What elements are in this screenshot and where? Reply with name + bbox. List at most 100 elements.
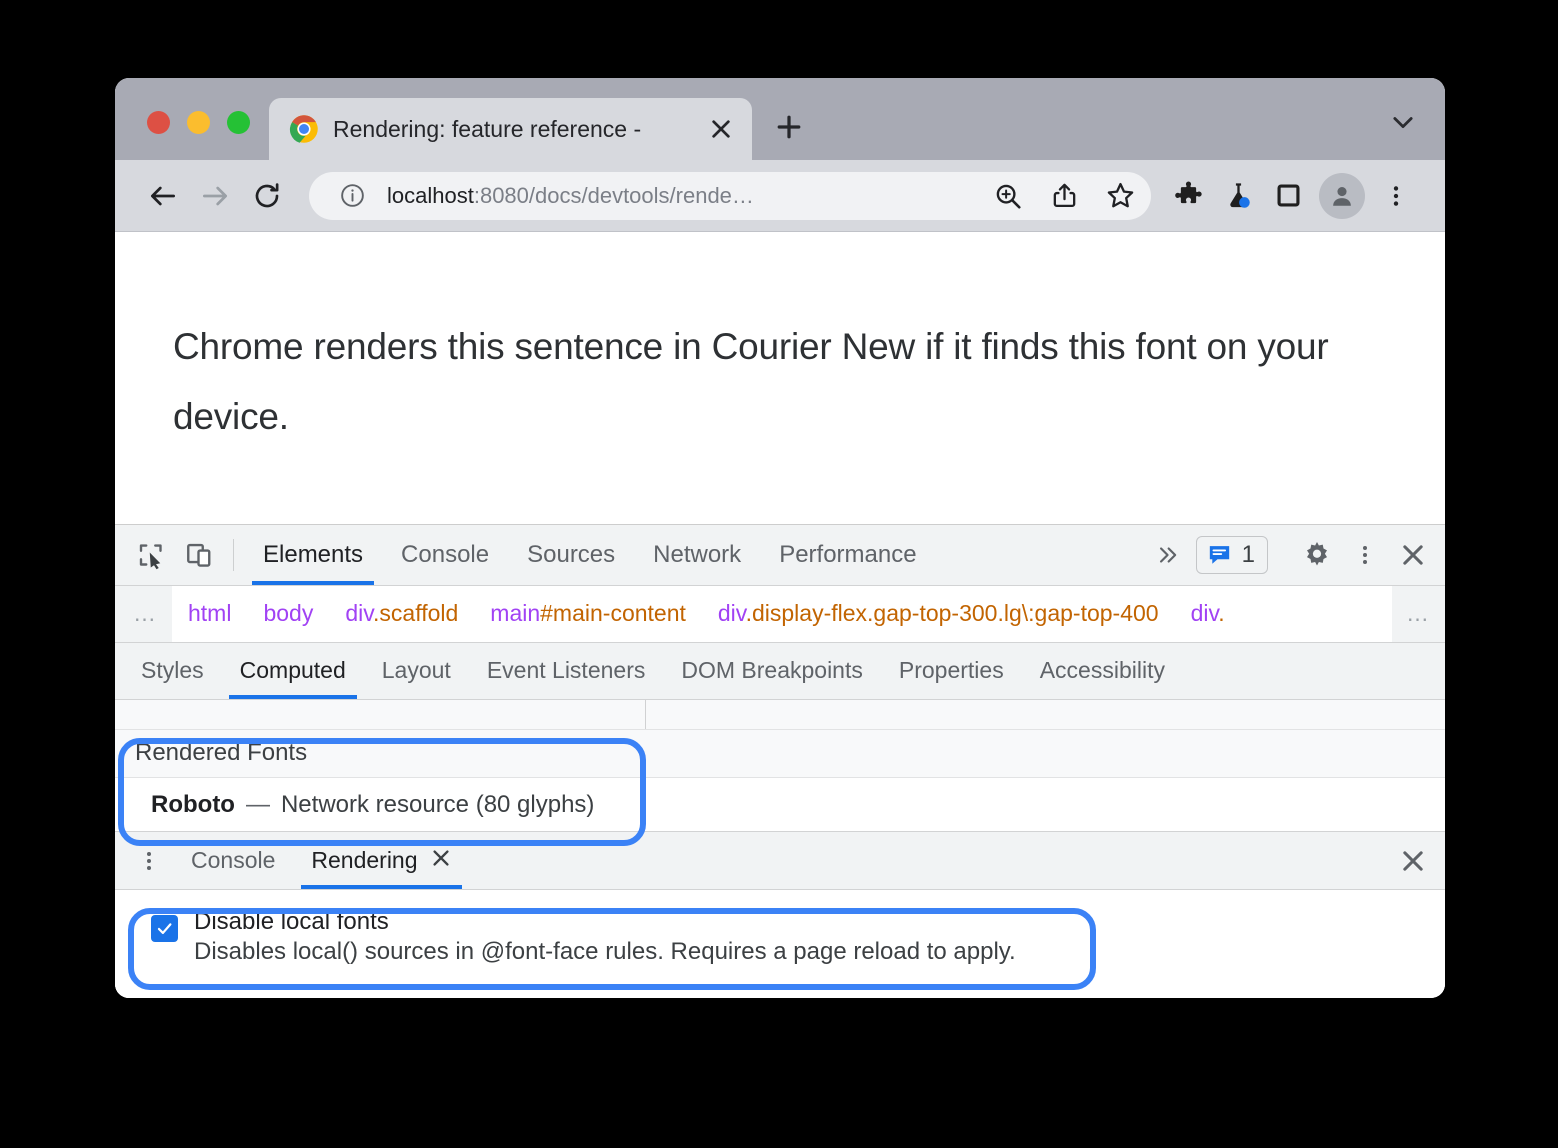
subtab-computed[interactable]: Computed [222,643,364,699]
breadcrumb-selector: #main-content [540,600,686,627]
share-icon[interactable] [1043,175,1085,217]
breadcrumb-item-body[interactable]: body [247,600,329,627]
device-toolbar-button[interactable] [175,525,223,585]
devtools-tab-network[interactable]: Network [634,525,760,585]
extensions-button[interactable] [1163,171,1213,221]
drawer-tab-bar: Console Rendering [115,831,1445,890]
message-bubble-icon [1209,546,1229,565]
page-viewport: Chrome renders this sentence in Courier … [115,232,1445,524]
breadcrumb-tag: div [717,600,746,627]
url-text: localhost:8080/docs/devtools/rende… [387,183,973,209]
checkmark-icon [157,923,172,935]
zoom-in-icon[interactable] [987,175,1029,217]
three-dots-vertical-icon [147,851,151,870]
devtools-tab-performance[interactable]: Performance [760,525,935,585]
inspect-element-button[interactable] [127,525,175,585]
setting-title: Disable local fonts [194,907,389,935]
drawer-right-controls [1389,832,1445,889]
reload-icon [255,182,279,207]
back-button[interactable] [137,170,189,222]
experiments-button[interactable] [1213,171,1263,221]
drawer-menu-button[interactable] [125,832,173,889]
devtools-tab-console[interactable]: Console [382,525,508,585]
chevron-down-icon [1393,117,1413,129]
subtab-label: Styles [141,657,204,684]
breadcrumb: … html body div.scaffold main#main-conte… [115,585,1445,643]
computed-pane: Rendered Fonts Roboto — Network resource… [115,699,1445,832]
subtab-accessibility[interactable]: Accessibility [1022,643,1183,699]
new-tab-button[interactable] [766,104,812,150]
browser-tab[interactable]: Rendering: feature reference - [269,98,752,160]
subtab-styles[interactable]: Styles [123,643,222,699]
breadcrumb-tag: html [188,600,232,627]
flask-icon [1229,183,1250,208]
devtools-settings-button[interactable] [1293,540,1341,570]
toolbar-divider [233,539,234,571]
breadcrumb-tag: div [345,600,374,627]
subtab-dom-breakpoints[interactable]: DOM Breakpoints [663,643,881,699]
breadcrumb-overflow-right[interactable]: … [1392,585,1445,642]
close-window-button[interactable] [147,111,170,134]
subtab-label: Accessibility [1039,657,1165,684]
disable-local-fonts-checkbox[interactable] [151,914,178,942]
more-tabs-button[interactable] [1144,542,1192,568]
drawer-tab-close-icon[interactable] [430,847,452,875]
forward-arrow-icon [203,186,227,205]
tab-list-button[interactable] [1389,108,1445,160]
tab-label: Console [401,540,490,568]
breadcrumb-selector: .scaffold [373,600,459,627]
devtools-more-options-button[interactable] [1341,543,1389,567]
devtools-toolbar: Elements Console Sources Network Perform… [115,525,1445,586]
elements-sidebar-tabs: Styles Computed Layout Event Listeners D… [115,642,1445,700]
device-toolbar-icon [187,543,211,567]
devtools-tab-elements[interactable]: Elements [244,525,382,585]
url-path: :8080/docs/devtools/rende… [473,182,754,208]
forward-button[interactable] [189,170,241,222]
breadcrumb-item-div-last[interactable]: div. [1175,600,1241,627]
gear-icon [1307,541,1327,566]
maximize-window-button[interactable] [227,111,250,134]
minimize-window-button[interactable] [187,111,210,134]
subtab-label: Layout [381,657,451,684]
side-panel-icon [1277,184,1299,207]
subtab-properties[interactable]: Properties [881,643,1022,699]
reload-button[interactable] [241,170,293,222]
devtools-tab-sources[interactable]: Sources [508,525,634,585]
url-host: localhost [387,182,474,208]
breadcrumb-item-main[interactable]: main#main-content [474,600,702,627]
subtab-layout[interactable]: Layout [364,643,469,699]
browser-menu-button[interactable] [1371,171,1421,221]
breadcrumb-tag: div [1190,600,1219,627]
breadcrumb-tag: body [263,600,314,627]
info-circle-icon[interactable] [331,175,373,217]
side-panel-button[interactable] [1263,171,1313,221]
breadcrumb-item-div-flex[interactable]: div.display-flex.gap-top-300.lg\:gap-top… [702,600,1175,627]
bookmark-star-icon[interactable] [1099,175,1141,217]
breadcrumb-tag: main [490,600,541,627]
drawer-tab-rendering[interactable]: Rendering [293,832,469,889]
drawer-tab-label: Rendering [311,847,418,874]
subtab-event-listeners[interactable]: Event Listeners [469,643,664,699]
rendered-fonts-header[interactable]: Rendered Fonts [115,729,1445,778]
setting-description: Disables local() sources in @font-face r… [194,937,1016,965]
close-icon [1403,850,1423,871]
message-count-badge[interactable]: 1 [1195,535,1268,574]
tab-close-button[interactable] [704,112,738,146]
drawer-tab-label: Console [191,847,276,874]
rendered-font-row: Roboto — Network resource (80 glyphs) [115,777,1445,832]
address-bar[interactable]: localhost:8080/docs/devtools/rende… [309,171,1151,220]
tab-label: Network [653,540,742,568]
breadcrumb-selector: . [1218,600,1225,627]
drawer-close-button[interactable] [1389,847,1437,875]
drawer-tab-console[interactable]: Console [173,832,293,889]
close-icon [1403,545,1423,565]
breadcrumb-item-div-scaffold[interactable]: div.scaffold [329,600,474,627]
profile-button[interactable] [1319,172,1365,219]
subtab-label: Computed [239,657,346,684]
pane-spacer [115,699,1445,730]
browser-window: Rendering: feature reference - localhost… [115,78,1445,998]
disable-local-fonts-setting[interactable]: Disable local fonts Disables local() sou… [151,908,1445,966]
devtools-close-button[interactable] [1389,541,1437,569]
breadcrumb-item-html[interactable]: html [172,600,247,627]
breadcrumb-overflow-left[interactable]: … [115,585,172,642]
